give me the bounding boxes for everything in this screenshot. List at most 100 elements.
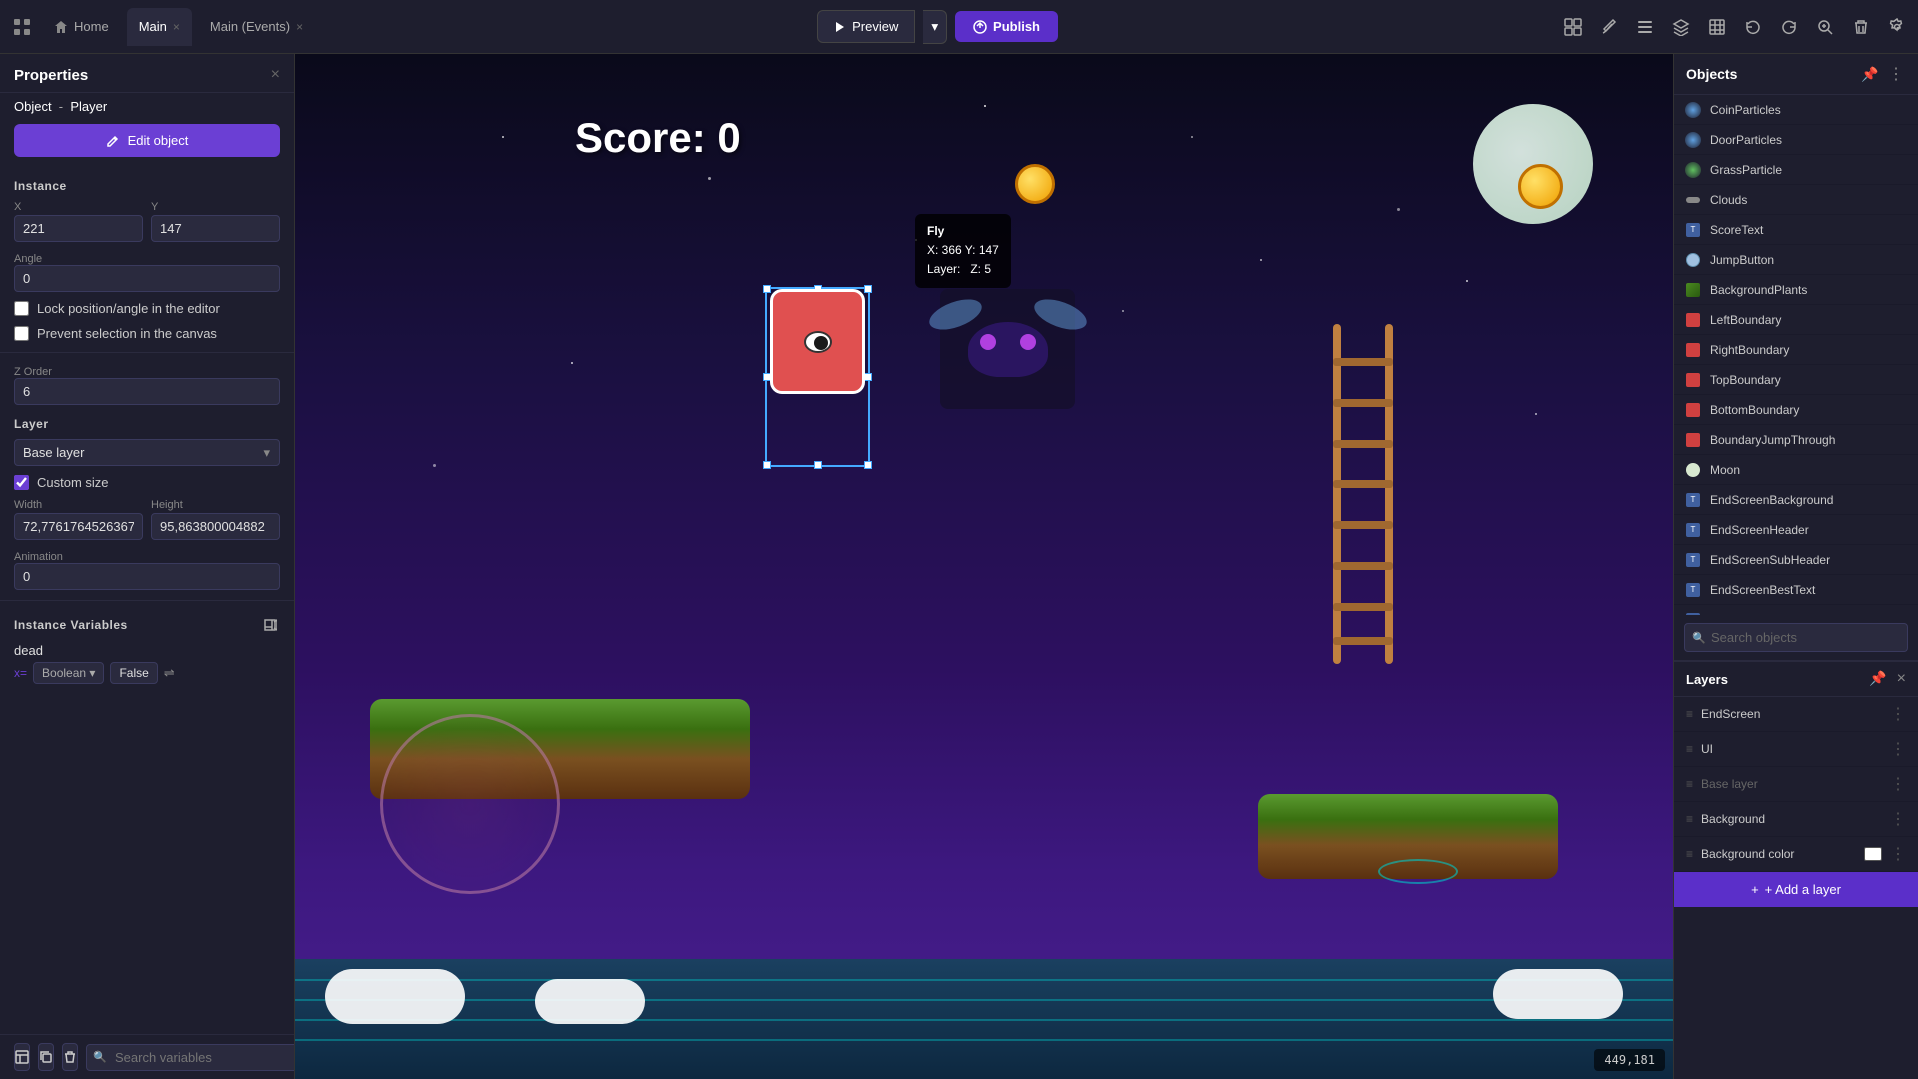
layer-item-backgroundcolor[interactable]: ≡ Background color ⋮ xyxy=(1674,837,1918,872)
search-objects-input[interactable] xyxy=(1684,623,1908,652)
height-input[interactable] xyxy=(151,513,280,540)
var-delete-icon[interactable] xyxy=(62,1043,78,1071)
obj-item-leftboundary[interactable]: LeftBoundary ⋮ xyxy=(1674,305,1918,335)
zoom-tool-icon[interactable] xyxy=(1812,14,1838,40)
var-copy-icon[interactable] xyxy=(38,1043,54,1071)
animation-input[interactable] xyxy=(14,563,280,590)
obj-item-topboundary[interactable]: TopBoundary ⋮ xyxy=(1674,365,1918,395)
obj-item-coinparticles[interactable]: CoinParticles ⋮ xyxy=(1674,95,1918,125)
obj-item-moon[interactable]: Moon ⋮ xyxy=(1674,455,1918,485)
obj-item-clouds[interactable]: Clouds ⋮ xyxy=(1674,185,1918,215)
var-layer-icon[interactable] xyxy=(14,1043,30,1071)
search-variables-input[interactable] xyxy=(86,1044,295,1071)
layers-pin-icon[interactable]: 📌 xyxy=(1869,670,1886,688)
objects-pin-icon[interactable]: 📌 xyxy=(1860,64,1880,84)
obj-icon-coinparticles xyxy=(1684,101,1702,119)
fly-tooltip-layer: Layer: Z: 5 xyxy=(927,260,999,279)
publish-button[interactable]: Publish xyxy=(955,11,1058,42)
instance-vars-expand-icon[interactable] xyxy=(260,615,280,635)
panel-close-icon[interactable]: × xyxy=(271,66,280,84)
tab-main[interactable]: Main × xyxy=(127,8,192,46)
obj-item-backgroundplants[interactable]: BackgroundPlants ⋮ xyxy=(1674,275,1918,305)
tab-main-events-close[interactable]: × xyxy=(296,20,303,34)
obj-icon-endscreensubheader: T xyxy=(1684,551,1702,569)
var-type-badge[interactable]: Boolean ▾ xyxy=(33,662,104,684)
y-input[interactable] xyxy=(151,215,280,242)
fly-enemy[interactable] xyxy=(940,289,1075,409)
redo-tool-icon[interactable] xyxy=(1776,14,1802,40)
tab-main-close[interactable]: × xyxy=(173,20,180,34)
wave-2 xyxy=(295,999,1673,1001)
layer-item-endscreen[interactable]: ≡ EndScreen ⋮ xyxy=(1674,697,1918,732)
obj-item-endscreenheader[interactable]: T EndScreenHeader ⋮ xyxy=(1674,515,1918,545)
layer-menu-endscreen[interactable]: ⋮ xyxy=(1890,704,1906,724)
var-name: dead xyxy=(14,643,280,658)
undo-tool-icon[interactable] xyxy=(1740,14,1766,40)
handle-bottom-left[interactable] xyxy=(763,461,771,469)
layer-select[interactable]: Base layer UI Background EndScreen xyxy=(14,439,280,466)
obj-icon-scoretext: T xyxy=(1684,221,1702,239)
prevent-checkbox[interactable] xyxy=(14,326,29,341)
edit-object-button[interactable]: Edit object xyxy=(14,124,280,157)
objects-menu-icon[interactable]: ⋮ xyxy=(1886,64,1906,84)
obj-item-endscreensubheader[interactable]: T EndScreenSubHeader ⋮ xyxy=(1674,545,1918,575)
z-order-input[interactable] xyxy=(14,378,280,405)
obj-item-grassparticle[interactable]: GrassParticle ⋮ xyxy=(1674,155,1918,185)
handle-bottom-right[interactable] xyxy=(864,461,872,469)
tab-main-events[interactable]: Main (Events) × xyxy=(198,8,315,46)
obj-icon-bottomboundary xyxy=(1684,401,1702,419)
layer-item-background[interactable]: ≡ Background ⋮ xyxy=(1674,802,1918,837)
player-character[interactable] xyxy=(770,289,865,394)
obj-item-jumpbutton[interactable]: JumpButton ⋮ xyxy=(1674,245,1918,275)
x-input[interactable] xyxy=(14,215,143,242)
angle-input[interactable] xyxy=(14,265,280,292)
obj-item-rightboundary[interactable]: RightBoundary ⋮ xyxy=(1674,335,1918,365)
layer-color-box-backgroundcolor[interactable] xyxy=(1864,847,1882,861)
handle-middle-right[interactable] xyxy=(864,373,872,381)
divider-2 xyxy=(0,600,294,601)
obj-item-endscreenchallengetext[interactable]: T EndScreenChallengeText ⋮ xyxy=(1674,605,1918,615)
layer-menu-background[interactable]: ⋮ xyxy=(1890,809,1906,829)
layer-menu-baselayer[interactable]: ⋮ xyxy=(1890,774,1906,794)
layer-menu-ui[interactable]: ⋮ xyxy=(1890,739,1906,759)
custom-size-checkbox[interactable] xyxy=(14,475,29,490)
layers-tool-icon[interactable] xyxy=(1668,14,1694,40)
obj-item-scoretext[interactable]: T ScoreText ⋮ xyxy=(1674,215,1918,245)
delete-tool-icon[interactable] xyxy=(1848,14,1874,40)
fly-tooltip-coords: X: 366 Y: 147 xyxy=(927,241,999,260)
obj-item-endscreenbesttext[interactable]: T EndScreenBestText ⋮ xyxy=(1674,575,1918,605)
paint-tool-icon[interactable] xyxy=(1596,14,1622,40)
handle-top-right[interactable] xyxy=(864,285,872,293)
canvas-area[interactable]: Score: 0 Fly X: 366 Y: 147 Layer: Z: 5 xyxy=(295,54,1673,1079)
var-value[interactable]: False xyxy=(110,662,157,684)
objects-tool-icon[interactable] xyxy=(1560,14,1586,40)
var-swap-icon[interactable]: ⇌ xyxy=(164,665,175,681)
obj-item-doorparticles[interactable]: DoorParticles ⋮ xyxy=(1674,125,1918,155)
obj-item-endscreenbackground[interactable]: T EndScreenBackground ⋮ xyxy=(1674,485,1918,515)
handle-bottom-center[interactable] xyxy=(814,461,822,469)
preview-button[interactable]: Preview xyxy=(817,10,915,43)
obj-name-leftboundary: LeftBoundary xyxy=(1710,313,1884,327)
tab-home[interactable]: Home xyxy=(42,8,121,46)
lock-checkbox[interactable] xyxy=(14,301,29,316)
add-layer-icon: + xyxy=(1751,882,1759,897)
obj-item-bottomboundary[interactable]: BottomBoundary ⋮ xyxy=(1674,395,1918,425)
obj-name-clouds: Clouds xyxy=(1710,193,1884,207)
obj-item-boundaryjumpthrough[interactable]: BoundaryJumpThrough ⋮ xyxy=(1674,425,1918,455)
grid-tool-icon[interactable] xyxy=(1704,14,1730,40)
layer-item-baselayer[interactable]: ≡ Base layer ⋮ xyxy=(1674,767,1918,802)
layer-item-ui[interactable]: ≡ UI ⋮ xyxy=(1674,732,1918,767)
width-input[interactable] xyxy=(14,513,143,540)
add-layer-button[interactable]: + + Add a layer xyxy=(1674,872,1918,907)
handle-top-left[interactable] xyxy=(763,285,771,293)
settings-tool-icon[interactable] xyxy=(1884,14,1910,40)
layers-close-icon[interactable]: × xyxy=(1897,670,1906,688)
ladder xyxy=(1333,324,1393,664)
app-menu-icon[interactable] xyxy=(8,13,36,41)
list-tool-icon[interactable] xyxy=(1632,14,1658,40)
layer-name-backgroundcolor: Background color xyxy=(1701,847,1856,861)
preview-arrow-button[interactable]: ▾ xyxy=(923,10,947,44)
layer-menu-backgroundcolor[interactable]: ⋮ xyxy=(1890,844,1906,864)
ladder-rung-6 xyxy=(1333,562,1393,570)
width-label: Width xyxy=(14,499,143,511)
